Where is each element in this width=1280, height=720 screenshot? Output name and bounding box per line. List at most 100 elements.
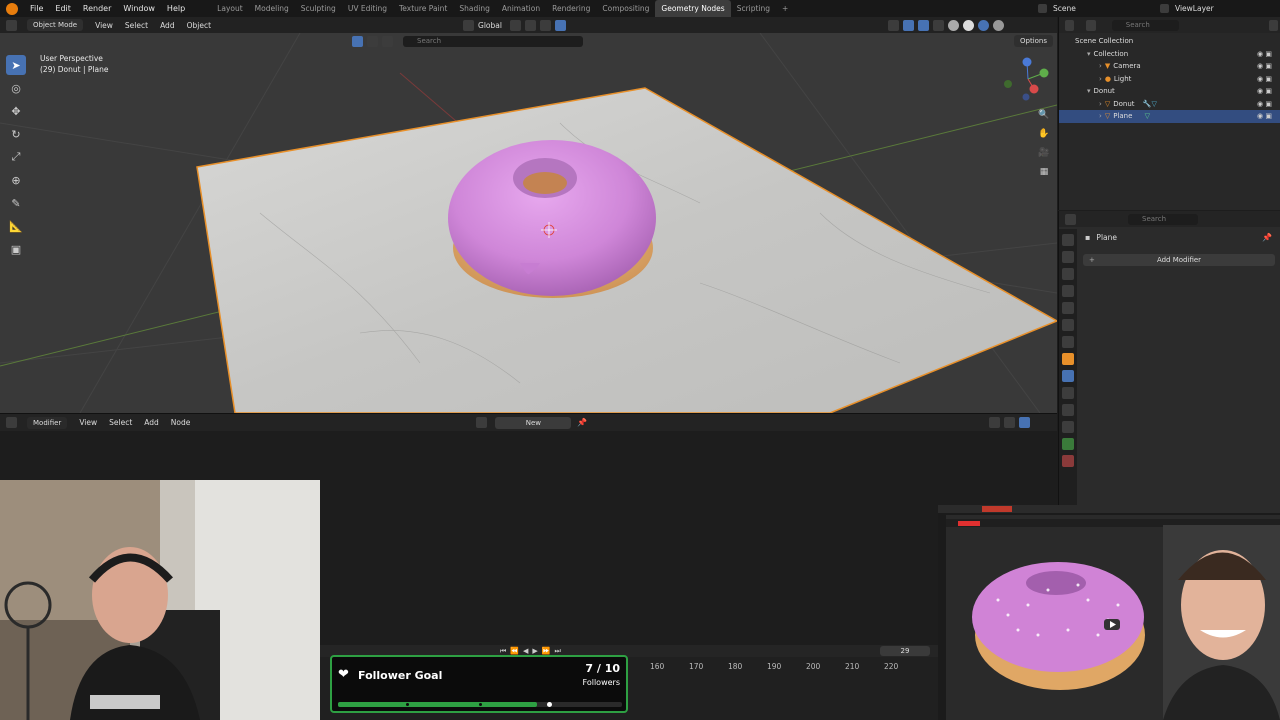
next-key-icon[interactable]: ⏩ — [542, 647, 551, 655]
select-mode-icon[interactable] — [367, 35, 378, 47]
node-menu-add[interactable]: Add — [144, 418, 159, 427]
pin-icon[interactable]: 📌 — [1262, 233, 1272, 242]
expand-arrow-icon[interactable]: › — [1099, 112, 1102, 120]
node-menu-select[interactable]: Select — [109, 418, 132, 427]
tab-uv-editing[interactable]: UV Editing — [342, 0, 393, 17]
tool-tab-icon[interactable] — [1062, 234, 1074, 246]
properties-search-input[interactable]: Search — [1128, 213, 1198, 225]
expand-arrow-icon[interactable]: › — [1099, 100, 1102, 108]
cursor-tool-icon[interactable]: ◎ — [6, 78, 26, 98]
display-mode-icon[interactable] — [1086, 19, 1096, 31]
tab-compositing[interactable]: Compositing — [596, 0, 655, 17]
zoom-icon[interactable]: 🔍 — [1036, 107, 1052, 123]
proportional-edit-icon[interactable] — [554, 19, 566, 31]
node-pin-icon[interactable]: 📌 — [577, 418, 587, 427]
node-editor-type-icon[interactable] — [6, 417, 17, 428]
view-layer-tab-icon[interactable] — [1062, 285, 1074, 297]
visibility-eye-icon[interactable]: ◉ ▣ — [1257, 60, 1272, 73]
measure-tool-icon[interactable]: 📐 — [6, 216, 26, 236]
options-dropdown[interactable]: Options — [1014, 35, 1054, 47]
blender-logo-icon[interactable] — [6, 2, 18, 15]
expand-arrow-icon[interactable]: › — [1099, 62, 1102, 70]
add-modifier-button[interactable]: + Add Modifier — [1083, 254, 1275, 266]
tab-sculpting[interactable]: Sculpting — [295, 0, 342, 17]
render-tab-icon[interactable] — [1062, 251, 1074, 263]
xray-icon[interactable] — [932, 19, 944, 31]
modifier-tab-icon[interactable] — [1062, 370, 1074, 382]
solid-shading-icon[interactable] — [962, 19, 974, 31]
data-tab-icon[interactable] — [1062, 438, 1074, 450]
expand-arrow-icon[interactable]: ▾ — [1087, 50, 1091, 58]
tab-shading[interactable]: Shading — [453, 0, 495, 17]
ortho-grid-icon[interactable]: ▦ — [1036, 164, 1052, 180]
outliner-item-camera[interactable]: › ▼ Camera ◉ ▣ — [1059, 60, 1280, 73]
output-tab-icon[interactable] — [1062, 268, 1074, 280]
select-mode-icon-2[interactable] — [382, 35, 393, 47]
menu-render[interactable]: Render — [77, 0, 117, 17]
viewport-menu-object[interactable]: Object — [187, 21, 211, 30]
menu-edit[interactable]: Edit — [49, 0, 77, 17]
tab-modeling[interactable]: Modeling — [249, 0, 295, 17]
menu-help[interactable]: Help — [161, 0, 191, 17]
tab-geometry-nodes[interactable]: Geometry Nodes — [655, 0, 731, 17]
outliner-item-donut-collection[interactable]: ▾ Donut ◉ ▣ — [1059, 85, 1280, 98]
rotate-tool-icon[interactable]: ↻ — [6, 124, 26, 144]
camera-view-icon[interactable]: 🎥 — [1036, 145, 1052, 161]
outliner-editor-icon[interactable] — [1065, 19, 1075, 31]
visibility-eye-icon[interactable]: ◉ ▣ — [1257, 98, 1272, 111]
expand-arrow-icon[interactable]: › — [1099, 75, 1102, 83]
snap-target-icon[interactable] — [539, 19, 551, 31]
physics-tab-icon[interactable] — [1062, 404, 1074, 416]
annotate-tool-icon[interactable]: ✎ — [6, 193, 26, 213]
material-shading-icon[interactable] — [977, 19, 989, 31]
play-icon[interactable]: ▶ — [532, 647, 537, 655]
visibility-eye-icon[interactable]: ◉ ▣ — [1257, 85, 1272, 98]
new-node-tree-button[interactable]: New — [495, 416, 572, 429]
node-tree-browse-icon[interactable] — [476, 417, 488, 428]
outliner-item-donut[interactable]: › ▽ Donut 🔧▽ ◉ ▣ — [1059, 98, 1280, 111]
node-overlay-icon[interactable] — [1004, 417, 1016, 428]
node-snap-icon[interactable] — [989, 417, 1001, 428]
node-menu-view[interactable]: View — [79, 418, 97, 427]
outliner-item-plane[interactable]: › ▽ Plane ▽ ◉ ▣ — [1059, 110, 1280, 123]
outliner-item-collection[interactable]: ▾ Collection ◉ ▣ — [1059, 48, 1280, 61]
rendered-shading-icon[interactable] — [992, 19, 1004, 31]
add-workspace-icon[interactable]: + — [776, 0, 794, 17]
donut-model[interactable] — [448, 140, 656, 298]
outliner-item-scene-collection[interactable]: Scene Collection — [1059, 35, 1280, 48]
material-tab-icon[interactable] — [1062, 455, 1074, 467]
pan-hand-icon[interactable]: ✋ — [1036, 126, 1052, 142]
scene-name[interactable]: Scene — [1053, 4, 1076, 13]
menu-window[interactable]: Window — [117, 0, 161, 17]
visibility-eye-icon[interactable]: ◉ ▣ — [1257, 73, 1272, 86]
prev-key-icon[interactable]: ⏪ — [510, 647, 519, 655]
outliner-item-light[interactable]: › ● Light ◉ ▣ — [1059, 73, 1280, 86]
node-context-dropdown[interactable]: Modifier — [27, 416, 68, 429]
outliner-search-input[interactable]: Search — [1111, 19, 1179, 31]
snap-icon[interactable] — [524, 19, 536, 31]
play-reverse-icon[interactable]: ◀ — [523, 647, 528, 655]
add-cube-tool-icon[interactable]: ▣ — [6, 239, 26, 259]
tab-texture-paint[interactable]: Texture Paint — [393, 0, 453, 17]
tab-animation[interactable]: Animation — [496, 0, 546, 17]
object-tab-icon[interactable] — [1062, 353, 1074, 365]
wireframe-shading-icon[interactable] — [947, 19, 959, 31]
world-tab-icon[interactable] — [1062, 319, 1074, 331]
collection-tab-icon[interactable] — [1062, 336, 1074, 348]
node-menu-node[interactable]: Node — [171, 418, 191, 427]
editor-type-icon[interactable] — [6, 19, 17, 31]
transform-tool-icon[interactable]: ⊕ — [6, 170, 26, 190]
view-layer-name[interactable]: ViewLayer — [1175, 4, 1214, 13]
tab-layout[interactable]: Layout — [211, 0, 249, 17]
particles-tab-icon[interactable] — [1062, 387, 1074, 399]
visibility-eye-icon[interactable]: ◉ ▣ — [1257, 110, 1272, 123]
viewport-menu-add[interactable]: Add — [160, 21, 175, 30]
visibility-icon[interactable] — [887, 19, 899, 31]
select-box-icon[interactable] — [352, 35, 363, 47]
menu-file[interactable]: File — [24, 0, 49, 17]
viewport-menu-select[interactable]: Select — [125, 21, 148, 30]
scene-selector[interactable]: Scene — [1036, 0, 1080, 17]
pivot-icon[interactable] — [509, 19, 521, 31]
expand-arrow-icon[interactable]: ▾ — [1087, 87, 1091, 95]
tab-scripting[interactable]: Scripting — [731, 0, 776, 17]
